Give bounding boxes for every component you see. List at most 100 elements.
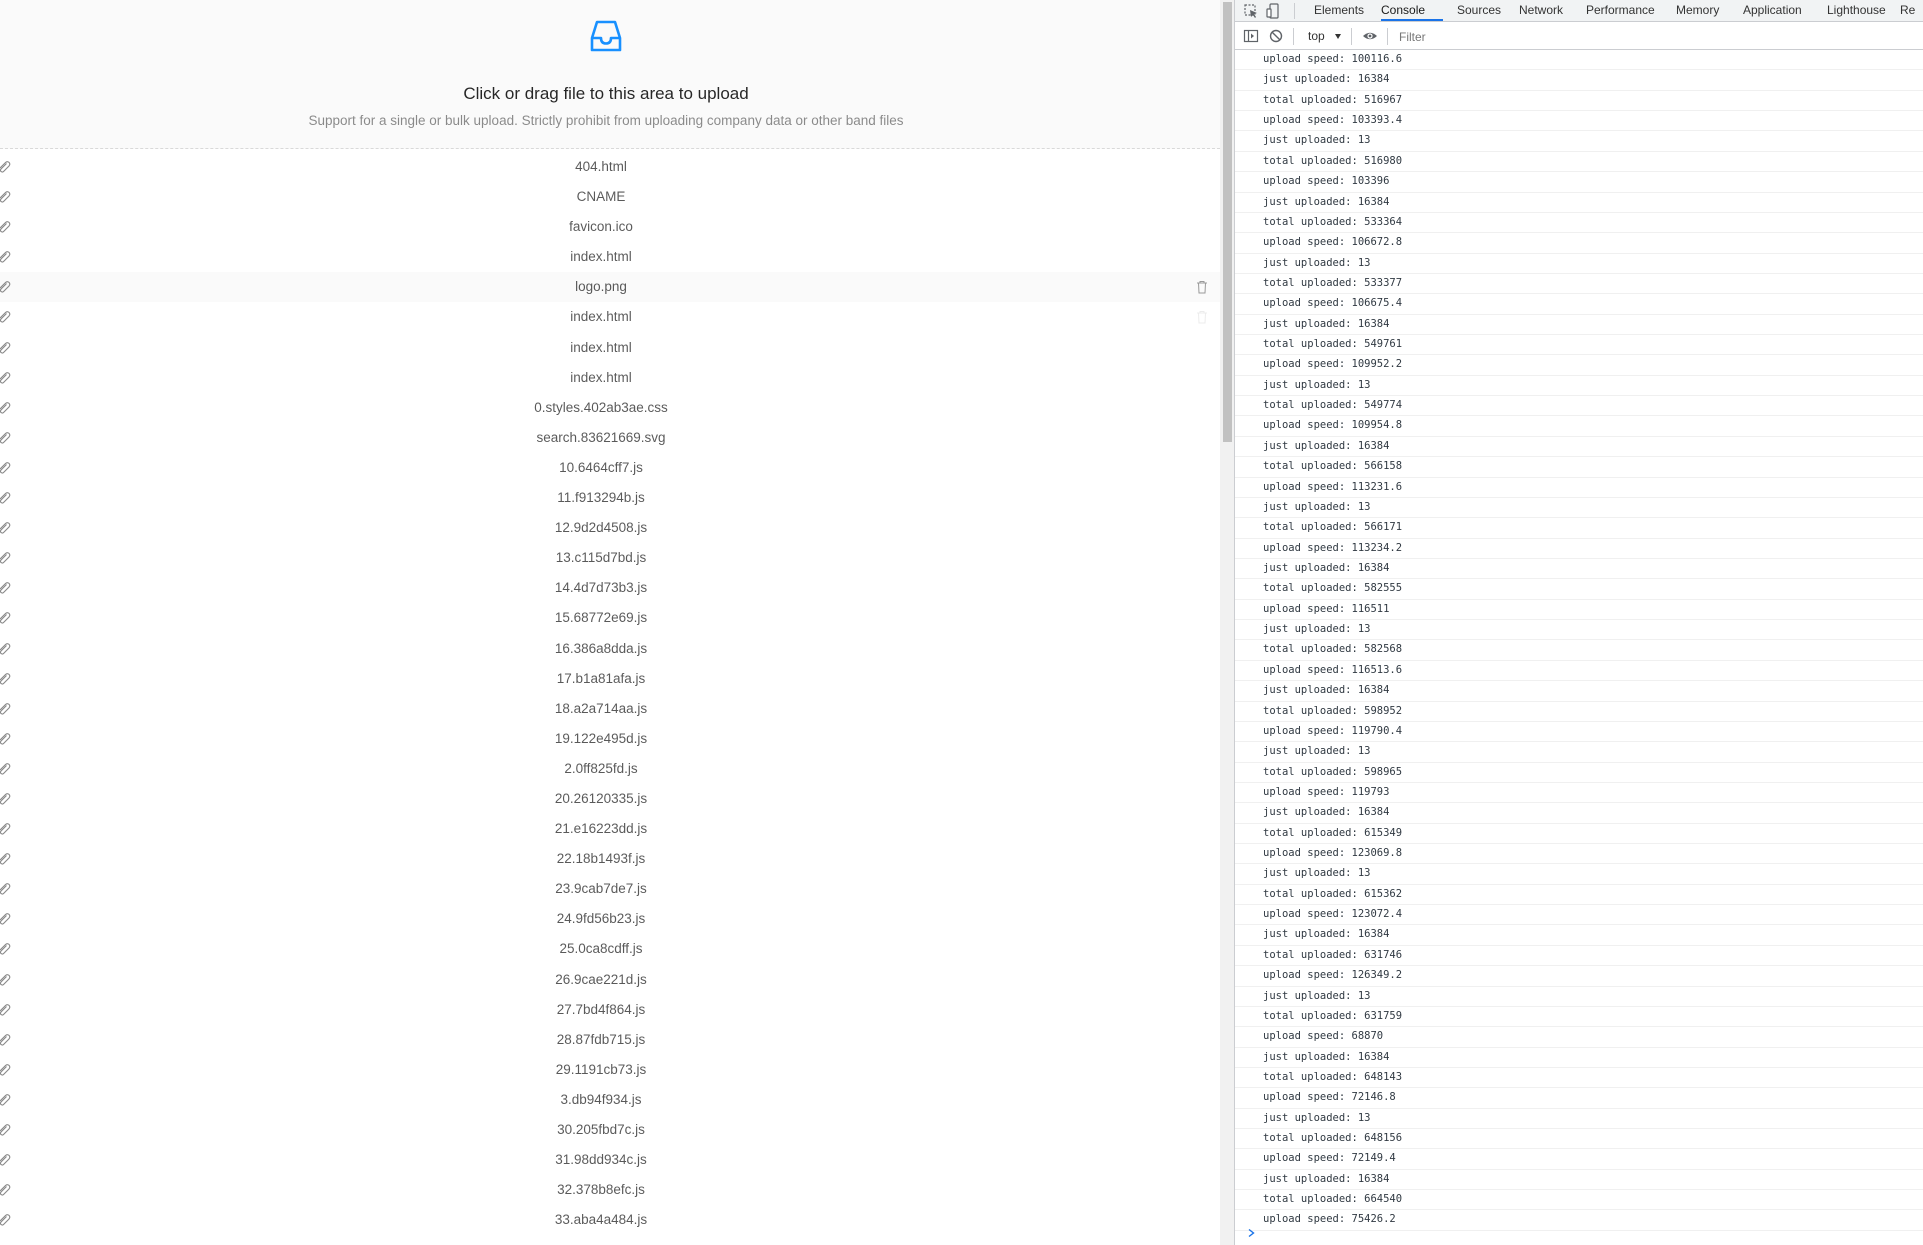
upload-list-item[interactable]: 24.9fd56b23.js	[0, 904, 1220, 934]
file-name[interactable]: index.html	[0, 309, 1202, 324]
file-name[interactable]: 16.386a8dda.js	[0, 641, 1202, 656]
tab-console[interactable]: Console	[1381, 3, 1425, 17]
upload-dragger[interactable]: Click or drag file to this area to uploa…	[0, 0, 1220, 149]
tab-performance[interactable]: Performance	[1586, 3, 1655, 17]
file-name[interactable]: index.html	[0, 249, 1202, 264]
inspect-element-icon[interactable]	[1243, 3, 1259, 19]
upload-list-item[interactable]: 30.205fbd7c.js	[0, 1115, 1220, 1145]
upload-list-item[interactable]: 17.b1a81afa.js	[0, 664, 1220, 694]
file-name[interactable]: 32.378b8efc.js	[0, 1182, 1202, 1197]
file-name[interactable]: 22.18b1493f.js	[0, 851, 1202, 866]
eye-icon[interactable]	[1362, 28, 1378, 44]
upload-list-item[interactable]: 13.c115d7bd.js	[0, 543, 1220, 573]
upload-list-item[interactable]: search.83621669.svg	[0, 423, 1220, 453]
file-name[interactable]: 33.aba4a484.js	[0, 1212, 1202, 1227]
upload-list-item[interactable]: 20.26120335.js	[0, 784, 1220, 814]
clear-console-icon[interactable]	[1268, 28, 1284, 44]
upload-list-item[interactable]: index.html	[0, 242, 1220, 272]
context-selector[interactable]: top	[1308, 29, 1325, 43]
upload-list-item[interactable]: logo.png	[0, 272, 1220, 303]
console-message: upload speed: 119793	[1235, 783, 1923, 804]
chevron-down-icon[interactable]	[1335, 34, 1341, 39]
upload-list-item[interactable]: 32.378b8efc.js	[0, 1175, 1220, 1205]
file-name[interactable]: 2.0ff825fd.js	[0, 761, 1202, 776]
upload-list-item[interactable]: CNAME	[0, 182, 1220, 212]
upload-list-item[interactable]: 27.7bd4f864.js	[0, 995, 1220, 1025]
upload-list-item[interactable]: 18.a2a714aa.js	[0, 694, 1220, 724]
file-name[interactable]: CNAME	[0, 189, 1202, 204]
tab-application[interactable]: Application	[1743, 3, 1802, 17]
console-message: total uploaded: 566171	[1235, 518, 1923, 539]
file-name[interactable]: 30.205fbd7c.js	[0, 1122, 1202, 1137]
file-name[interactable]: index.html	[0, 340, 1202, 355]
upload-list-item[interactable]: 23.9cab7de7.js	[0, 874, 1220, 904]
file-name[interactable]: 15.68772e69.js	[0, 610, 1202, 625]
file-name[interactable]: logo.png	[0, 279, 1202, 294]
upload-list-item[interactable]: favicon.ico	[0, 212, 1220, 242]
delete-icon[interactable]	[1196, 310, 1208, 324]
file-name[interactable]: 20.26120335.js	[0, 791, 1202, 806]
upload-list-item[interactable]: 16.386a8dda.js	[0, 634, 1220, 664]
console-prompt-icon[interactable]	[1247, 1228, 1257, 1238]
file-name[interactable]: 25.0ca8cdff.js	[0, 941, 1202, 956]
file-name[interactable]: 23.9cab7de7.js	[0, 881, 1202, 896]
file-name[interactable]: 13.c115d7bd.js	[0, 550, 1202, 565]
file-name[interactable]: favicon.ico	[0, 219, 1202, 234]
file-name[interactable]: 11.f913294b.js	[0, 490, 1202, 505]
upload-list-item[interactable]: index.html	[0, 302, 1220, 332]
file-name[interactable]: 0.styles.402ab3ae.css	[0, 400, 1202, 415]
console-message: total uploaded: 549761	[1235, 335, 1923, 356]
upload-list-item[interactable]: 29.1191cb73.js	[0, 1055, 1220, 1085]
file-name[interactable]: 404.html	[0, 159, 1202, 174]
console-message: upload speed: 113234.2	[1235, 539, 1923, 559]
upload-list-item[interactable]: 15.68772e69.js	[0, 603, 1220, 633]
upload-list-item[interactable]: 404.html	[0, 152, 1220, 182]
upload-list-item[interactable]: 12.9d2d4508.js	[0, 513, 1220, 543]
file-name[interactable]: 28.87fdb715.js	[0, 1032, 1202, 1047]
page-scrollbar[interactable]	[1220, 0, 1234, 1245]
upload-list-item[interactable]: 14.4d7d73b3.js	[0, 573, 1220, 603]
upload-list-item[interactable]: 33.aba4a484.js	[0, 1205, 1220, 1235]
file-name[interactable]: 17.b1a81afa.js	[0, 671, 1202, 686]
upload-list-item[interactable]: 19.122e495d.js	[0, 724, 1220, 754]
console-sidebar-icon[interactable]	[1243, 28, 1259, 44]
upload-list-item[interactable]: 22.18b1493f.js	[0, 844, 1220, 874]
console-message: total uploaded: 664540	[1235, 1190, 1923, 1211]
file-name[interactable]: 14.4d7d73b3.js	[0, 580, 1202, 595]
file-name[interactable]: 27.7bd4f864.js	[0, 1002, 1202, 1017]
file-name[interactable]: 31.98dd934c.js	[0, 1152, 1202, 1167]
tab-network[interactable]: Network	[1519, 3, 1563, 17]
upload-list-item[interactable]: 10.6464cff7.js	[0, 453, 1220, 483]
upload-list-item[interactable]: 11.f913294b.js	[0, 483, 1220, 513]
delete-icon[interactable]	[1196, 280, 1208, 294]
tab-re[interactable]: Re	[1900, 3, 1915, 17]
upload-list-item[interactable]: 0.styles.402ab3ae.css	[0, 393, 1220, 423]
upload-list-item[interactable]: index.html	[0, 363, 1220, 393]
scrollbar-thumb[interactable]	[1223, 2, 1232, 442]
file-name[interactable]: 18.a2a714aa.js	[0, 701, 1202, 716]
upload-list-item[interactable]: 3.db94f934.js	[0, 1085, 1220, 1115]
file-name[interactable]: 21.e16223dd.js	[0, 821, 1202, 836]
file-name[interactable]: search.83621669.svg	[0, 430, 1202, 445]
tab-elements[interactable]: Elements	[1314, 3, 1364, 17]
file-name[interactable]: 3.db94f934.js	[0, 1092, 1202, 1107]
file-name[interactable]: 12.9d2d4508.js	[0, 520, 1202, 535]
tab-lighthouse[interactable]: Lighthouse	[1827, 3, 1886, 17]
tab-sources[interactable]: Sources	[1457, 3, 1501, 17]
upload-list-item[interactable]: 21.e16223dd.js	[0, 814, 1220, 844]
upload-list-item[interactable]: 25.0ca8cdff.js	[0, 934, 1220, 964]
upload-list-item[interactable]: 2.0ff825fd.js	[0, 754, 1220, 784]
tab-memory[interactable]: Memory	[1676, 3, 1719, 17]
file-name[interactable]: 29.1191cb73.js	[0, 1062, 1202, 1077]
upload-list-item[interactable]: 31.98dd934c.js	[0, 1145, 1220, 1175]
upload-list-item[interactable]: 26.9cae221d.js	[0, 965, 1220, 995]
device-toolbar-icon[interactable]	[1265, 3, 1281, 19]
file-name[interactable]: index.html	[0, 370, 1202, 385]
upload-list-item[interactable]: index.html	[0, 333, 1220, 363]
console-filter-input[interactable]	[1395, 27, 1923, 46]
file-name[interactable]: 24.9fd56b23.js	[0, 911, 1202, 926]
file-name[interactable]: 19.122e495d.js	[0, 731, 1202, 746]
upload-list-item[interactable]: 28.87fdb715.js	[0, 1025, 1220, 1055]
file-name[interactable]: 26.9cae221d.js	[0, 972, 1202, 987]
file-name[interactable]: 10.6464cff7.js	[0, 460, 1202, 475]
